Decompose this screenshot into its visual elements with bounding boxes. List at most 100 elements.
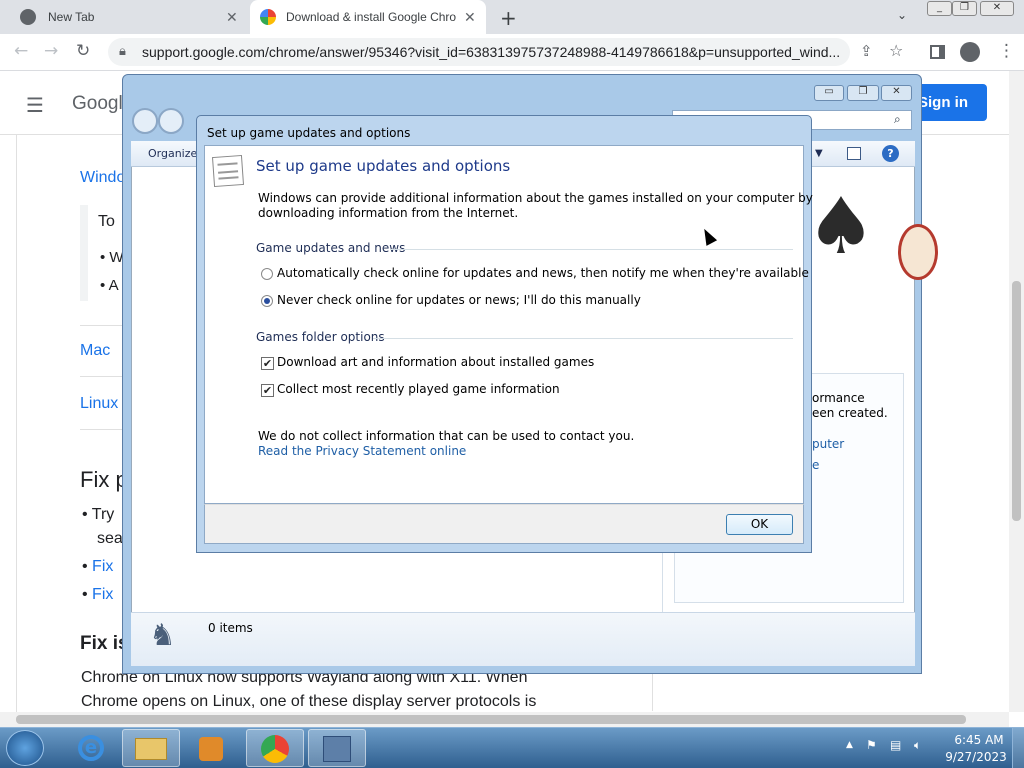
volume-icon[interactable]: 🔈︎ — [914, 738, 921, 753]
dialog-footer — [204, 504, 804, 544]
close-window-button[interactable]: ✕ — [980, 1, 1014, 16]
items-count: 0 items — [208, 621, 253, 635]
fix-bullet: • Try — [82, 506, 115, 523]
games-close-button[interactable]: ✕ — [881, 85, 912, 101]
checkbox-recent-games-label[interactable]: Collect most recently played game inform… — [277, 382, 560, 396]
vertical-scrollbar[interactable] — [1009, 71, 1024, 712]
close-tab-icon[interactable]: ✕ — [226, 9, 238, 26]
network-icon[interactable]: ▤ — [890, 738, 901, 752]
tab-title: Download & install Google Chro — [286, 10, 457, 24]
media-player-icon — [199, 737, 223, 761]
google-icon — [260, 9, 276, 25]
notepad-icon — [211, 154, 245, 188]
details-link[interactable]: e — [812, 458, 819, 472]
body-text-line: Chrome opens on Linux, one of these disp… — [81, 693, 537, 710]
fix-link-item: • Fix — [82, 586, 114, 603]
details-link[interactable]: puter — [812, 437, 844, 451]
horizontal-scrollbar[interactable] — [0, 712, 1009, 727]
taskbar-chrome[interactable] — [246, 729, 304, 767]
checkbox-recent-games[interactable]: ✔ — [261, 384, 274, 397]
games-minimize-button[interactable]: ▭ — [814, 85, 844, 101]
tab-download-chrome[interactable]: Download & install Google Chro ✕ — [250, 0, 486, 34]
side-panel-icon[interactable] — [930, 45, 945, 59]
callout-bullet: • A — [100, 277, 119, 294]
callout-bullet: • W — [100, 249, 124, 266]
clock-time[interactable]: 6:45 AM — [951, 733, 1007, 747]
menu-kebab-icon[interactable]: ⋮ — [998, 41, 1015, 61]
dialog-intro: Windows can provide additional informati… — [258, 191, 813, 205]
section-divider — [373, 338, 793, 339]
details-text: ormance — [812, 391, 865, 405]
checkbox-download-art-label[interactable]: Download art and information about insta… — [277, 355, 594, 369]
callout-intro: To — [98, 213, 115, 230]
spade-icon: ♠ — [806, 182, 876, 272]
fix-link[interactable]: Fix — [92, 586, 113, 603]
details-text: een created. — [812, 406, 888, 420]
ok-button[interactable]: OK — [726, 514, 793, 535]
reload-icon[interactable]: ↻ — [76, 41, 90, 61]
fix-link-item: • Fix — [82, 558, 114, 575]
games-chess-icon: ♞ — [149, 618, 176, 653]
fix-link[interactable]: Fix — [92, 558, 113, 575]
tray-expand-icon[interactable]: ▲ — [846, 740, 853, 750]
lock-icon[interactable]: 🔒︎ — [119, 44, 126, 59]
content-border — [16, 135, 17, 712]
google-logo: Googl — [72, 93, 123, 114]
scrollbar-thumb[interactable] — [16, 715, 966, 724]
sign-in-label: Sign in — [918, 94, 968, 111]
views-dropdown-icon[interactable]: ▼ — [815, 148, 823, 159]
bookmark-star-icon[interactable]: ☆ — [889, 41, 903, 60]
dialog-intro: downloading information from the Interne… — [258, 206, 519, 220]
share-icon[interactable]: ⇪ — [860, 42, 873, 60]
help-icon[interactable]: ? — [882, 145, 899, 162]
profile-avatar[interactable] — [960, 42, 980, 62]
chrome-icon — [261, 735, 289, 763]
show-desktop-button[interactable] — [1012, 728, 1024, 768]
preview-pane-icon[interactable] — [847, 147, 861, 160]
radio-never-check-label[interactable]: Never check online for updates or news; … — [277, 293, 641, 307]
fix-bullet-cont: sea — [97, 530, 123, 547]
scrollbar-thumb[interactable] — [1012, 281, 1021, 521]
forward-arrow-icon[interactable]: → — [44, 41, 58, 61]
dialog-titlebar-text: Set up game updates and options — [207, 126, 411, 140]
minimize-button[interactable]: _ — [927, 1, 952, 16]
checkbox-download-art[interactable]: ✔ — [261, 357, 274, 370]
forward-nav-icon[interactable] — [158, 108, 184, 134]
folder-icon — [135, 738, 167, 760]
search-icon[interactable]: ⌕ — [894, 112, 901, 127]
section-game-updates: Game updates and news — [256, 241, 406, 255]
close-tab-icon[interactable]: ✕ — [464, 9, 476, 26]
new-tab-button[interactable]: + — [500, 6, 517, 30]
section-divider — [390, 249, 793, 250]
privacy-statement-link[interactable]: Read the Privacy Statement online — [258, 444, 466, 458]
back-nav-icon[interactable] — [132, 108, 158, 134]
hamburger-menu-icon[interactable]: ☰ — [26, 93, 44, 117]
taskbar-games[interactable] — [308, 729, 366, 767]
games-maximize-button[interactable]: ❐ — [847, 85, 879, 101]
tab-title: New Tab — [48, 10, 95, 24]
privacy-note: We do not collect information that can b… — [258, 429, 635, 443]
taskbar-explorer[interactable] — [122, 729, 180, 767]
section-heading-fix: Fix p — [80, 467, 128, 492]
clock-date[interactable]: 9/27/2023 — [944, 750, 1008, 764]
radio-auto-check[interactable] — [261, 268, 273, 280]
start-button[interactable] — [6, 730, 44, 766]
internet-explorer-icon: e — [78, 735, 104, 761]
side-link-windows[interactable]: Windo — [80, 169, 125, 187]
taskbar-media-player[interactable] — [182, 729, 240, 767]
action-center-flag-icon[interactable]: ⚑ — [866, 738, 877, 752]
games-icon — [323, 736, 351, 762]
section-games-folder: Games folder options — [256, 330, 385, 344]
radio-never-check[interactable] — [261, 295, 273, 307]
url-text[interactable]: support.google.com/chrome/answer/95346?v… — [142, 44, 840, 60]
side-link-mac[interactable]: Mac — [80, 342, 110, 360]
back-arrow-icon[interactable]: ← — [14, 41, 28, 61]
radio-auto-check-label[interactable]: Automatically check online for updates a… — [277, 266, 809, 280]
chrome-icon — [20, 9, 36, 25]
organize-menu[interactable]: Organize — [148, 147, 197, 160]
taskbar-internet-explorer[interactable]: e — [62, 729, 120, 767]
tab-search-chevron-icon[interactable]: ⌄ — [897, 8, 907, 22]
tab-new-tab[interactable]: New Tab ✕ — [8, 0, 248, 34]
maximize-button[interactable]: ❐ — [952, 1, 977, 16]
side-link-linux[interactable]: Linux — [80, 395, 118, 413]
